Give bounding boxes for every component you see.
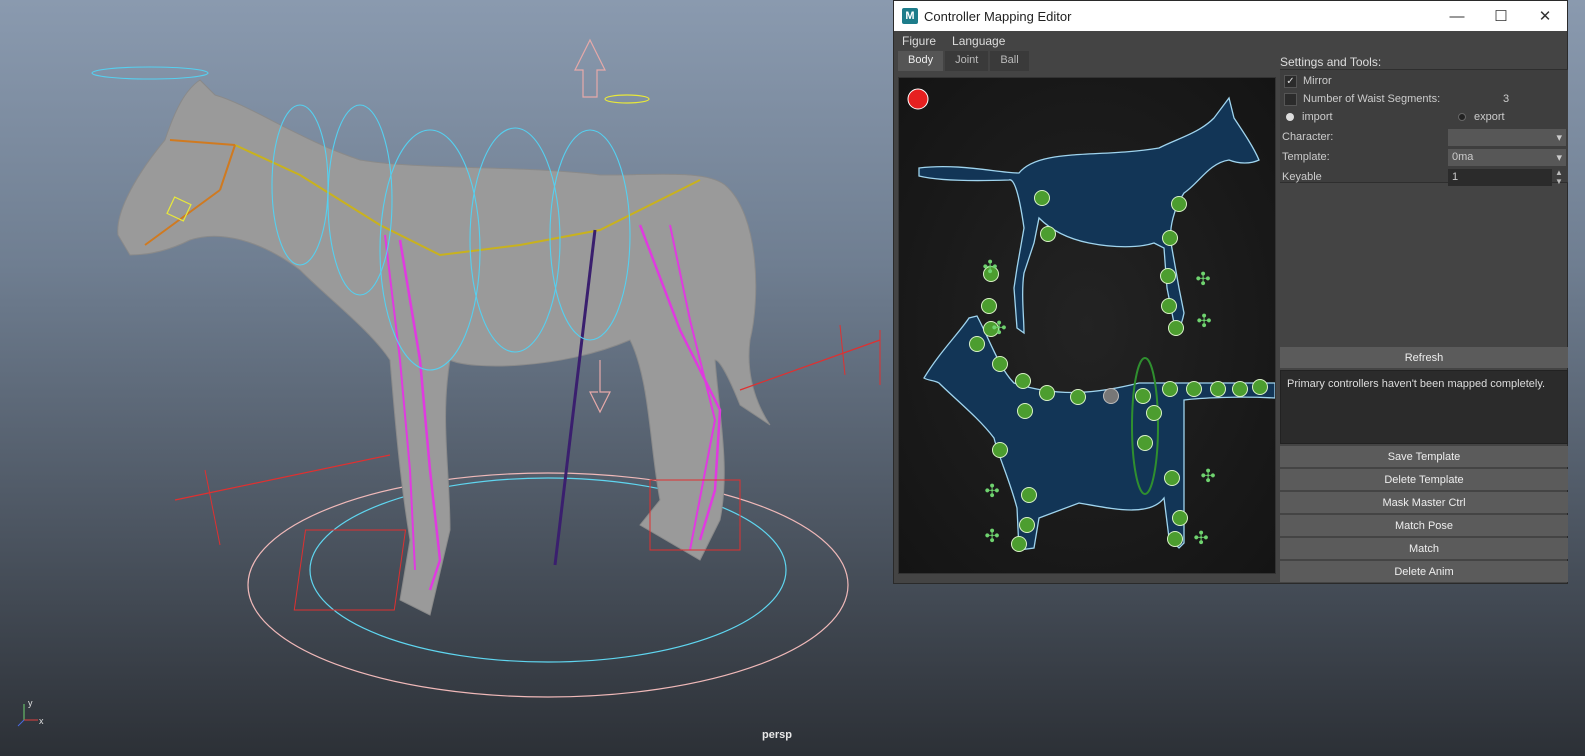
controller-dot[interactable] xyxy=(1172,510,1188,526)
svg-text:x: x xyxy=(39,716,44,726)
move-handle-icon[interactable]: ✣ xyxy=(984,526,999,547)
controller-dot[interactable] xyxy=(1186,381,1202,397)
tab-bar: Body Joint Ball xyxy=(896,51,1280,71)
controller-dot[interactable] xyxy=(1160,268,1176,284)
export-radio[interactable] xyxy=(1458,113,1466,121)
controller-dot[interactable] xyxy=(1161,298,1177,314)
keyable-label: Keyable xyxy=(1282,171,1322,183)
waist-segments-label: Number of Waist Segments: xyxy=(1303,93,1441,105)
controller-dot[interactable] xyxy=(1167,531,1183,547)
template-row: Template: 0ma ▾ xyxy=(1282,148,1566,166)
spinner-icon[interactable]: ▲ ▼ xyxy=(1555,168,1563,186)
horse-rig-scene xyxy=(91,38,881,698)
controller-dot[interactable] xyxy=(1135,388,1151,404)
controller-dot[interactable] xyxy=(1168,320,1184,336)
template-dropdown[interactable]: 0ma ▾ xyxy=(1448,148,1566,166)
status-indicator xyxy=(907,88,929,110)
controller-dot[interactable] xyxy=(1171,196,1187,212)
controller-dot[interactable] xyxy=(1162,230,1178,246)
camera-label: persp xyxy=(762,729,792,741)
mirror-label: Mirror xyxy=(1303,75,1332,87)
template-value: 0ma xyxy=(1452,151,1474,163)
delete-template-button[interactable]: Delete Template xyxy=(1280,469,1568,490)
tab-body[interactable]: Body xyxy=(898,51,944,71)
controller-mapping-editor-window: M Controller Mapping Editor — ☐ ✕ Figure… xyxy=(893,0,1568,584)
controller-dot[interactable] xyxy=(992,442,1008,458)
controller-dot[interactable] xyxy=(1137,435,1153,451)
tab-ball[interactable]: Ball xyxy=(990,51,1029,71)
waist-segments-checkbox[interactable] xyxy=(1284,92,1297,106)
maya-app-icon: M xyxy=(902,8,918,24)
waist-segments-row: Number of Waist Segments: 3 xyxy=(1282,90,1566,108)
import-radio[interactable] xyxy=(1286,113,1294,121)
move-handle-icon[interactable]: ✣ xyxy=(1200,466,1215,487)
top-horse-silhouette xyxy=(918,96,1260,335)
character-label: Character: xyxy=(1282,131,1334,143)
controller-dot[interactable] xyxy=(1210,381,1226,397)
controller-map-canvas[interactable]: ✣ ✣ ✣ ✣ ✣ ✣ ✣ ✣ xyxy=(898,77,1276,574)
tab-joint[interactable]: Joint xyxy=(945,51,989,71)
controller-dot[interactable] xyxy=(1252,379,1268,395)
title-bar[interactable]: M Controller Mapping Editor — ☐ ✕ xyxy=(894,1,1567,31)
match-button[interactable]: Match xyxy=(1280,538,1568,559)
controller-dot[interactable] xyxy=(1021,487,1037,503)
character-row: Character: ▾ xyxy=(1282,128,1566,146)
move-handle-icon[interactable]: ✣ xyxy=(982,257,997,278)
move-handle-icon[interactable]: ✣ xyxy=(1195,269,1210,290)
mirror-row: ✓ Mirror xyxy=(1282,72,1566,90)
controller-dot[interactable] xyxy=(1040,226,1056,242)
controller-dot[interactable] xyxy=(1039,385,1055,401)
window-title: Controller Mapping Editor xyxy=(924,8,1072,24)
controller-dot[interactable] xyxy=(1019,517,1035,533)
controller-dot[interactable] xyxy=(1070,389,1086,405)
controller-dot[interactable] xyxy=(1232,381,1248,397)
match-pose-button[interactable]: Match Pose xyxy=(1280,515,1568,536)
controller-dot[interactable] xyxy=(1011,536,1027,552)
move-handle-icon[interactable]: ✣ xyxy=(1196,311,1211,332)
settings-box: ✓ Mirror Number of Waist Segments: 3 imp… xyxy=(1280,69,1568,186)
import-export-row: import export xyxy=(1282,108,1566,126)
controller-dot[interactable] xyxy=(1146,405,1162,421)
controller-dot[interactable] xyxy=(1162,381,1178,397)
waist-segments-value[interactable]: 3 xyxy=(1503,93,1509,105)
character-dropdown[interactable]: ▾ xyxy=(1448,128,1566,146)
minimize-button[interactable]: — xyxy=(1435,1,1479,31)
move-handle-icon[interactable]: ✣ xyxy=(991,318,1006,339)
export-label: export xyxy=(1474,111,1505,123)
settings-heading: Settings and Tools: xyxy=(1280,55,1382,69)
controller-dot[interactable] xyxy=(981,298,997,314)
controller-dot[interactable] xyxy=(1017,403,1033,419)
dropdown-arrow-icon: ▾ xyxy=(1556,131,1562,144)
controller-dot-unmapped[interactable] xyxy=(1103,388,1119,404)
import-label: import xyxy=(1302,111,1333,123)
delete-anim-button[interactable]: Delete Anim xyxy=(1280,561,1568,582)
dropdown-arrow-icon: ▾ xyxy=(1556,151,1562,164)
close-button[interactable]: ✕ xyxy=(1523,1,1567,31)
keyable-input[interactable]: 1 xyxy=(1448,168,1552,186)
mapping-pane: Body Joint Ball ✣ ✣ ✣ ✣ ✣ ✣ ✣ ✣ xyxy=(896,51,1280,581)
status-message: Primary controllers haven't been mapped … xyxy=(1280,370,1568,444)
controller-dot[interactable] xyxy=(992,356,1008,372)
settings-pane: Settings and Tools: ✓ Mirror Number of W… xyxy=(1280,51,1568,585)
horse-map-diagram: ✣ ✣ ✣ ✣ ✣ ✣ ✣ ✣ xyxy=(907,88,1276,552)
template-label: Template: xyxy=(1282,151,1330,163)
controller-dot[interactable] xyxy=(969,336,985,352)
menu-language[interactable]: Language xyxy=(952,34,1005,48)
menu-bar: Figure Language xyxy=(894,31,1567,51)
mirror-checkbox[interactable]: ✓ xyxy=(1284,74,1297,88)
move-handle-icon[interactable]: ✣ xyxy=(984,481,999,502)
svg-text:y: y xyxy=(28,698,33,708)
refresh-button[interactable]: Refresh xyxy=(1280,347,1568,368)
maximize-button[interactable]: ☐ xyxy=(1479,1,1523,31)
mask-master-ctrl-button[interactable]: Mask Master Ctrl xyxy=(1280,492,1568,513)
controller-dot[interactable] xyxy=(1164,470,1180,486)
save-template-button[interactable]: Save Template xyxy=(1280,446,1568,467)
move-handle-icon[interactable]: ✣ xyxy=(1193,528,1208,549)
controller-dot[interactable] xyxy=(1015,373,1031,389)
menu-figure[interactable]: Figure xyxy=(902,34,936,48)
controller-dot[interactable] xyxy=(1034,190,1050,206)
keyable-value: 1 xyxy=(1452,171,1459,183)
axis-indicator: y x xyxy=(8,696,48,736)
